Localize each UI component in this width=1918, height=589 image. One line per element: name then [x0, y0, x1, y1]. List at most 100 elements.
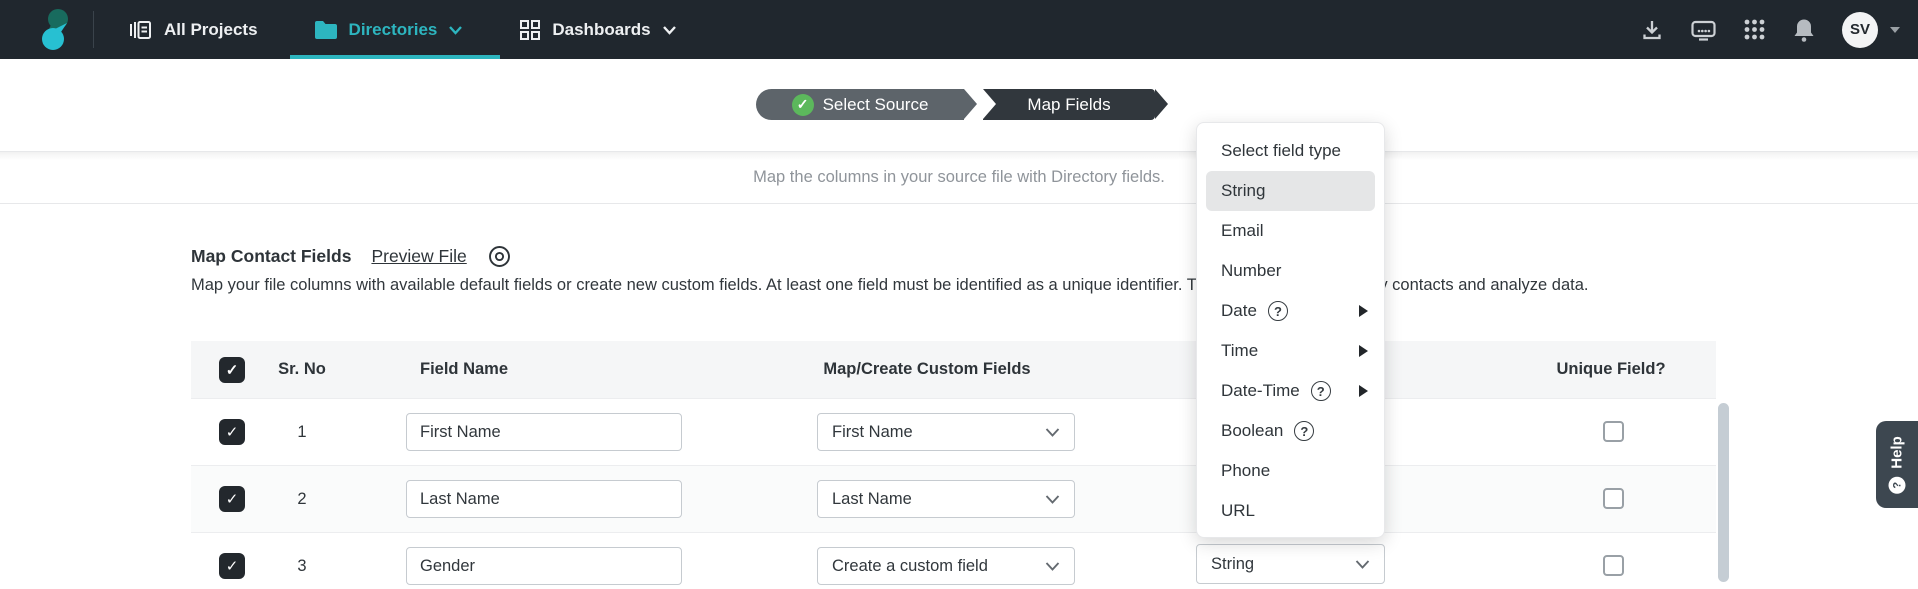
row-checkbox[interactable]: ✓	[219, 486, 245, 512]
menu-item-boolean[interactable]: Boolean ?	[1197, 411, 1384, 451]
step-label: Select Source	[823, 95, 929, 115]
table-header-row: ✓ Sr. No Field Name Map/Create Custom Fi…	[191, 341, 1716, 398]
projects-icon	[128, 18, 153, 42]
avatar-caret-icon[interactable]	[1890, 27, 1900, 33]
submenu-arrow-icon	[1359, 345, 1368, 357]
menu-item-string[interactable]: String	[1206, 171, 1375, 211]
nav-item-all-projects[interactable]: All Projects	[128, 18, 258, 42]
field-name-input[interactable]	[406, 413, 682, 451]
select-value: Last Name	[832, 490, 912, 509]
map-create-select[interactable]: Last Name	[817, 480, 1075, 518]
chevron-down-icon	[448, 25, 463, 35]
app-logo-icon[interactable]	[34, 7, 80, 53]
menu-item-time[interactable]: Time	[1197, 331, 1384, 371]
help-tab-inner: ? Help	[1889, 436, 1906, 494]
help-tab[interactable]: ? Help	[1876, 421, 1918, 508]
select-value: String	[1211, 555, 1254, 574]
chevron-down-icon	[1045, 562, 1060, 571]
select-all-checkbox[interactable]: ✓	[219, 357, 245, 383]
header-sr-no: Sr. No	[257, 341, 347, 398]
page-title: Map Contact Fields	[191, 246, 351, 267]
submenu-arrow-icon	[1359, 305, 1368, 317]
row-checkbox[interactable]: ✓	[219, 553, 245, 579]
active-tab-underline	[290, 55, 500, 59]
chevron-down-icon	[662, 25, 677, 35]
menu-item-number[interactable]: Number	[1197, 251, 1384, 291]
menu-item-url[interactable]: URL	[1197, 491, 1384, 531]
nav-item-label: All Projects	[164, 20, 258, 40]
row-checkbox[interactable]: ✓	[219, 419, 245, 445]
help-tab-label: Help	[1889, 436, 1906, 469]
menu-item-email[interactable]: Email	[1197, 211, 1384, 251]
header-unique-field: Unique Field?	[1531, 341, 1691, 398]
help-hint-icon[interactable]: ?	[1311, 381, 1331, 401]
field-type-menu: Select field type String Email Number Da…	[1196, 122, 1385, 538]
avatar-initials: SV	[1850, 21, 1870, 38]
select-value: First Name	[832, 423, 913, 442]
field-name-input[interactable]	[406, 480, 682, 518]
navbar-actions: SV	[1640, 0, 1900, 59]
import-stepper: ✓ Select Source Map Fields	[756, 89, 1155, 120]
subheader-text: Map the columns in your source file with…	[0, 168, 1918, 187]
menu-item-label: Date-Time	[1221, 381, 1300, 401]
top-navbar: All Projects Directories Dashboards	[0, 0, 1918, 59]
menu-item-label: String	[1221, 181, 1265, 201]
row-sr-no: 1	[257, 399, 347, 465]
chevron-down-icon	[1355, 560, 1370, 569]
menu-item-label: Date	[1221, 301, 1257, 321]
step-select-source[interactable]: ✓ Select Source	[756, 89, 964, 120]
nav-item-directories[interactable]: Directories	[314, 20, 464, 40]
menu-item-date-time[interactable]: Date-Time ?	[1197, 371, 1384, 411]
menu-item-phone[interactable]: Phone	[1197, 451, 1384, 491]
row-sr-no: 3	[257, 533, 347, 589]
apps-grid-icon[interactable]	[1743, 18, 1766, 41]
help-hint-icon[interactable]: ?	[1294, 421, 1314, 441]
help-question-icon: ?	[1889, 476, 1906, 493]
map-create-select[interactable]: Create a custom field	[817, 547, 1075, 585]
header-map-create: Map/Create Custom Fields	[787, 341, 1067, 398]
table-row: ✓ 1 First Name	[191, 398, 1716, 465]
menu-title: Select field type	[1197, 131, 1384, 171]
menu-item-date[interactable]: Date ?	[1197, 291, 1384, 331]
help-hint-icon[interactable]: ?	[1268, 301, 1288, 321]
navbar-menu: All Projects Directories Dashboards	[128, 0, 677, 59]
unique-field-checkbox[interactable]	[1603, 421, 1624, 442]
subheader-shadow	[0, 152, 1918, 160]
field-name-input[interactable]	[406, 547, 682, 585]
preview-file-link[interactable]: Preview File	[371, 246, 466, 267]
navbar-divider	[93, 11, 94, 48]
screen-keyboard-icon[interactable]	[1690, 18, 1717, 42]
menu-item-label: Boolean	[1221, 421, 1283, 441]
unique-field-checkbox[interactable]	[1603, 488, 1624, 509]
menu-item-label: Email	[1221, 221, 1264, 241]
subheader-bottom-divider	[0, 203, 1918, 204]
unique-field-checkbox[interactable]	[1603, 555, 1624, 576]
section-heading-row: Map Contact Fields Preview File	[191, 244, 512, 269]
row-sr-no: 2	[257, 466, 347, 532]
menu-item-label: Number	[1221, 261, 1281, 281]
field-type-select[interactable]: String	[1196, 544, 1385, 584]
preview-eye-icon[interactable]	[487, 244, 512, 269]
dashboard-grid-icon	[519, 19, 541, 41]
table-row: ✓ 3 Create a custom field String	[191, 532, 1716, 589]
folder-icon	[314, 20, 338, 40]
menu-item-label: Phone	[1221, 461, 1270, 481]
map-create-select[interactable]: First Name	[817, 413, 1075, 451]
nav-item-label: Dashboards	[552, 20, 650, 40]
menu-item-label: Time	[1221, 341, 1258, 361]
nav-item-label: Directories	[349, 20, 438, 40]
step-map-fields[interactable]: Map Fields	[983, 89, 1155, 120]
download-icon[interactable]	[1640, 18, 1664, 42]
avatar[interactable]: SV	[1842, 12, 1878, 48]
nav-item-dashboards[interactable]: Dashboards	[519, 19, 676, 41]
notifications-bell-icon[interactable]	[1792, 17, 1816, 43]
menu-item-label: URL	[1221, 501, 1255, 521]
table-scrollbar-thumb[interactable]	[1718, 403, 1729, 582]
select-value: Create a custom field	[832, 557, 988, 576]
page: All Projects Directories Dashboards	[0, 0, 1918, 589]
map-fields-table: ✓ Sr. No Field Name Map/Create Custom Fi…	[191, 341, 1716, 589]
step-completed-check-icon: ✓	[792, 94, 814, 116]
chevron-down-icon	[1045, 495, 1060, 504]
step-label: Map Fields	[1027, 95, 1110, 115]
submenu-arrow-icon	[1359, 385, 1368, 397]
